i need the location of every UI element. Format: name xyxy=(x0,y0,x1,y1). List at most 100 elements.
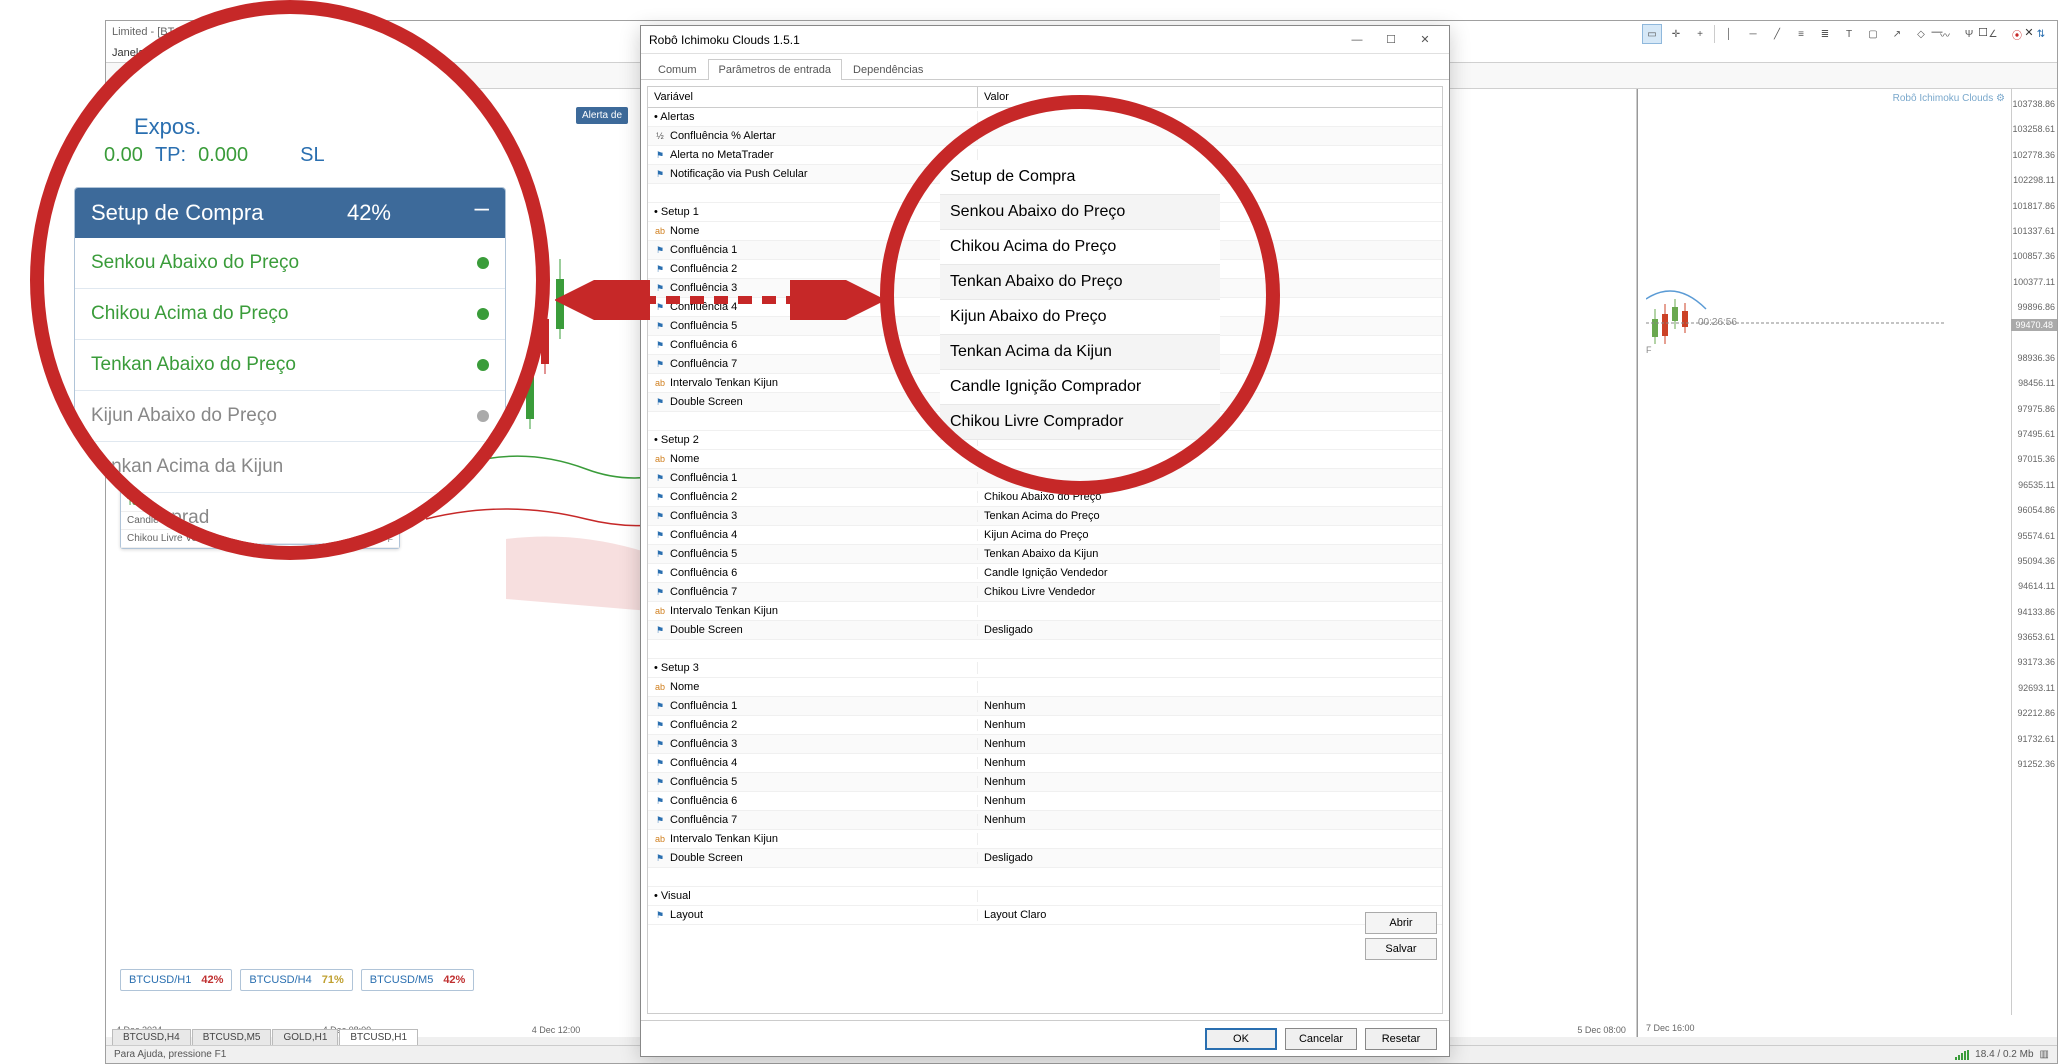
table-row[interactable]: ⚑Confluência 6Candle Ignição Vendedor xyxy=(648,564,1442,583)
symbol-button[interactable]: BTCUSD/H142% xyxy=(120,969,232,991)
price-tick: 101337.61 xyxy=(2012,226,2055,236)
param-name: • Setup 3 xyxy=(648,662,978,674)
param-value[interactable]: Nenhum xyxy=(978,700,1442,712)
table-row[interactable]: ⚑Confluência 5Tenkan Abaixo da Kijun xyxy=(648,545,1442,564)
drawing-toolbar: ▭ ✛ + │ ─ ╱ ≡ ≣ T ▢ ↗ ◇ 〰 Ψ ∠ ⦿ ⇅ xyxy=(1642,21,2051,47)
dialog-close[interactable]: ✕ xyxy=(1409,28,1441,52)
collapse-icon[interactable]: – xyxy=(475,200,489,226)
chart-tabs: BTCUSD,H4 BTCUSD,M5 GOLD,H1 BTCUSD,H1 xyxy=(112,1029,418,1045)
table-row[interactable]: ⚑Confluência 1Nenhum xyxy=(648,697,1442,716)
table-row[interactable] xyxy=(648,868,1442,887)
symbol-button[interactable]: BTCUSD/M542% xyxy=(361,969,475,991)
alert-icon[interactable]: ⦿ xyxy=(2007,24,2027,44)
param-icon: ab xyxy=(654,833,666,845)
vline-icon[interactable]: │ xyxy=(1719,24,1739,44)
crosshair-icon[interactable]: ✛ xyxy=(1666,24,1686,44)
param-name: abIntervalo Tenkan Kijun xyxy=(648,377,978,389)
table-row[interactable]: abNome xyxy=(648,450,1442,469)
gann-icon[interactable]: ∠ xyxy=(1983,24,2003,44)
chart-tab[interactable]: BTCUSD,H4 xyxy=(112,1029,191,1045)
param-value[interactable]: Nenhum xyxy=(978,719,1442,731)
param-value[interactable]: Nenhum xyxy=(978,795,1442,807)
table-row[interactable]: ⚑Confluência 2Nenhum xyxy=(648,716,1442,735)
param-value[interactable]: Tenkan Acima do Preço xyxy=(978,510,1442,522)
table-row[interactable] xyxy=(648,640,1442,659)
price-tick: 100377.11 xyxy=(2013,277,2055,287)
highlight-circle-left: Expos. 0.00 TP: 0.000 SL Setup de Compra… xyxy=(30,0,550,560)
param-value[interactable]: Candle Ignição Vendedor xyxy=(978,567,1442,579)
plus-icon[interactable]: + xyxy=(1690,24,1710,44)
param-value[interactable]: Tenkan Abaixo da Kijun xyxy=(978,548,1442,560)
chart-right[interactable]: Robô Ichimoku Clouds ⚙ 103738.86103258.6… xyxy=(1637,89,2057,1037)
cancel-button[interactable]: Cancelar xyxy=(1285,1028,1357,1050)
text-icon[interactable]: T xyxy=(1839,24,1859,44)
circled-value: Chikou Livre Comprador xyxy=(940,405,1220,440)
value-00: 0.00 xyxy=(104,144,143,167)
table-row[interactable]: • Visual xyxy=(648,887,1442,906)
price-tick: 98456.11 xyxy=(2018,378,2055,388)
cursor-icon[interactable]: ▭ xyxy=(1642,24,1662,44)
levels-icon[interactable]: ⇅ xyxy=(2031,24,2051,44)
table-row[interactable]: ⚑Confluência 4Nenhum xyxy=(648,754,1442,773)
open-button[interactable]: Abrir xyxy=(1365,912,1437,934)
table-row[interactable]: abIntervalo Tenkan Kijun xyxy=(648,830,1442,849)
dialog-tab-inputs[interactable]: Parâmetros de entrada xyxy=(708,59,843,80)
table-row[interactable]: • Alertas xyxy=(648,108,1442,127)
magnifier-content: Expos. 0.00 TP: 0.000 SL Setup de Compra… xyxy=(74,114,506,545)
param-name: ⚑Confluência 2 xyxy=(648,719,978,731)
table-row[interactable]: ⚑Confluência 5Nenhum xyxy=(648,773,1442,792)
dialog-maximize[interactable]: ☐ xyxy=(1375,28,1407,52)
shape-icon[interactable]: ◇ xyxy=(1911,24,1931,44)
price-tick: 102778.36 xyxy=(2012,150,2055,160)
trendline-icon[interactable]: ╱ xyxy=(1767,24,1787,44)
wave-icon[interactable]: 〰 xyxy=(1935,24,1955,44)
symbol-name: BTCUSD/H1 xyxy=(129,974,191,986)
table-row[interactable]: ⚑Confluência 2Chikou Abaixo do Preço xyxy=(648,488,1442,507)
param-value[interactable]: Chikou Livre Vendedor xyxy=(978,586,1442,598)
chart-tab[interactable]: BTCUSD,M5 xyxy=(192,1029,272,1045)
table-row[interactable]: ⚑LayoutLayout Claro xyxy=(648,906,1442,925)
table-row[interactable]: ½Confluência % Alertar xyxy=(648,127,1442,146)
dialog-tab-common[interactable]: Comum xyxy=(647,59,708,80)
hline-icon[interactable]: ─ xyxy=(1743,24,1763,44)
param-icon: ⚑ xyxy=(654,719,666,731)
table-row[interactable]: ⚑Confluência 3Nenhum xyxy=(648,735,1442,754)
rect-icon[interactable]: ▢ xyxy=(1863,24,1883,44)
reset-button[interactable]: Resetar xyxy=(1365,1028,1437,1050)
param-value[interactable]: Chikou Abaixo do Preço xyxy=(978,491,1442,503)
table-row[interactable]: ⚑Confluência 7Nenhum xyxy=(648,811,1442,830)
table-row[interactable]: ⚑Confluência 4Kijun Acima do Preço xyxy=(648,526,1442,545)
param-value[interactable]: Desligado xyxy=(978,852,1442,864)
separator xyxy=(1714,25,1715,43)
table-row[interactable]: • Setup 3 xyxy=(648,659,1442,678)
param-value[interactable]: Nenhum xyxy=(978,738,1442,750)
table-row[interactable]: abIntervalo Tenkan Kijun xyxy=(648,602,1442,621)
param-value[interactable]: Nenhum xyxy=(978,757,1442,769)
param-name: ⚑Confluência 1 xyxy=(648,244,978,256)
param-value[interactable]: Nenhum xyxy=(978,814,1442,826)
dialog-minimize[interactable]: — xyxy=(1341,28,1373,52)
channel-icon[interactable]: ≡ xyxy=(1791,24,1811,44)
chart-tab[interactable]: GOLD,H1 xyxy=(272,1029,338,1045)
arrow-icon[interactable]: ↗ xyxy=(1887,24,1907,44)
save-button[interactable]: Salvar xyxy=(1365,938,1437,960)
pitchfork-icon[interactable]: Ψ xyxy=(1959,24,1979,44)
dialog-tab-deps[interactable]: Dependências xyxy=(842,59,934,80)
price-tick: 97015.36 xyxy=(2017,454,2055,464)
price-tick: 91252.36 xyxy=(2017,759,2055,769)
table-row[interactable]: abNome xyxy=(648,678,1442,697)
param-value[interactable]: Kijun Acima do Preço xyxy=(978,529,1442,541)
param-value[interactable]: Desligado xyxy=(978,624,1442,636)
table-row[interactable]: ⚑Confluência 1 xyxy=(648,469,1442,488)
ok-button[interactable]: OK xyxy=(1205,1028,1277,1050)
chart-tab[interactable]: BTCUSD,H1 xyxy=(339,1029,418,1045)
table-row[interactable]: ⚑Confluência 6Nenhum xyxy=(648,792,1442,811)
table-row[interactable]: ⚑Double ScreenDesligado xyxy=(648,621,1442,640)
table-row[interactable]: ⚑Confluência 7Chikou Livre Vendedor xyxy=(648,583,1442,602)
table-row[interactable]: ⚑Double ScreenDesligado xyxy=(648,849,1442,868)
price-tick: 97495.61 xyxy=(2017,429,2055,439)
table-row[interactable]: ⚑Confluência 3Tenkan Acima do Preço xyxy=(648,507,1442,526)
symbol-button[interactable]: BTCUSD/H471% xyxy=(240,969,352,991)
fibo-icon[interactable]: ≣ xyxy=(1815,24,1835,44)
param-value[interactable]: Nenhum xyxy=(978,776,1442,788)
